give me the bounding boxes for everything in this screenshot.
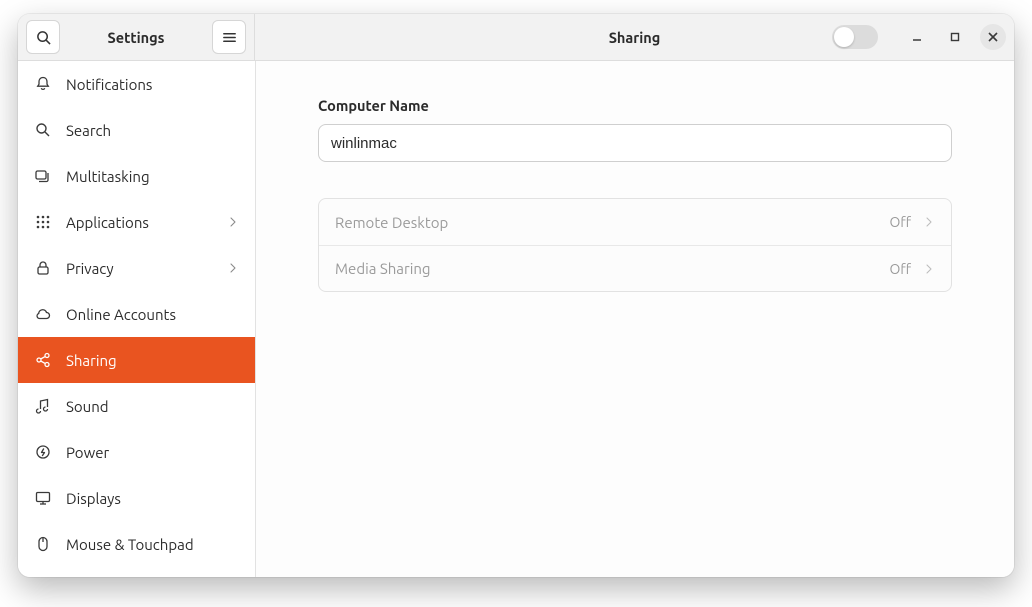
sidebar-item-online-accounts[interactable]: Online Accounts (18, 291, 255, 337)
search-icon (36, 30, 51, 45)
sidebar-item-privacy[interactable]: Privacy (18, 245, 255, 291)
sidebar-item-label: Notifications (66, 76, 239, 93)
lock-icon (34, 259, 52, 277)
display-icon (34, 489, 52, 507)
sidebar-item-label: Sharing (66, 352, 239, 369)
chevron-right-icon (227, 216, 239, 228)
music-icon (34, 397, 52, 415)
sidebar-item-search[interactable]: Search (18, 107, 255, 153)
close-button[interactable] (980, 24, 1006, 50)
chevron-right-icon (923, 263, 935, 275)
sidebar-item-label: Displays (66, 490, 239, 507)
row-label: Remote Desktop (335, 214, 877, 231)
sidebar-item-notifications[interactable]: Notifications (18, 61, 255, 107)
sidebar-item-label: Power (66, 444, 239, 461)
row-label: Media Sharing (335, 260, 877, 277)
settings-window: Settings Sharing (18, 14, 1014, 577)
maximize-icon (950, 32, 960, 42)
sidebar-item-sound[interactable]: Sound (18, 383, 255, 429)
row-status: Off (889, 261, 911, 277)
search-button[interactable] (26, 20, 60, 54)
switch-knob (834, 27, 854, 47)
sidebar-item-label: Search (66, 122, 239, 139)
menu-button[interactable] (212, 20, 246, 54)
window-body: Notifications Search Multitasking Applicati… (18, 61, 1014, 577)
chevron-right-icon (227, 262, 239, 274)
titlebar-right: Sharing (255, 14, 1014, 60)
sidebar-item-label: Applications (66, 214, 213, 231)
media-sharing-row[interactable]: Media Sharing Off (319, 245, 951, 291)
chevron-right-icon (923, 216, 935, 228)
cloud-icon (34, 305, 52, 323)
sharing-master-switch[interactable] (832, 25, 878, 49)
minimize-icon (912, 32, 922, 42)
sidebar-item-power[interactable]: Power (18, 429, 255, 475)
titlebar-left: Settings (18, 14, 255, 60)
close-icon (988, 32, 998, 42)
multitask-icon (34, 167, 52, 185)
titlebar: Settings Sharing (18, 14, 1014, 61)
sidebar-item-applications[interactable]: Applications (18, 199, 255, 245)
search-icon (34, 121, 52, 139)
computer-name-input[interactable] (318, 124, 952, 162)
grid-icon (34, 213, 52, 231)
content-pane: Computer Name Remote DesktopOffMedia Sha… (256, 61, 1014, 577)
power-icon (34, 443, 52, 461)
share-icon (34, 351, 52, 369)
maximize-button[interactable] (942, 24, 968, 50)
sidebar-item-label: Multitasking (66, 168, 239, 185)
sidebar-item-label: Online Accounts (66, 306, 239, 323)
page-title: Sharing (255, 29, 1014, 46)
sharing-options-list: Remote Desktop Off Media Sharing Off (318, 198, 952, 292)
row-status: Off (889, 214, 911, 230)
sidebar-item-sharing[interactable]: Sharing (18, 337, 255, 383)
computer-name-label: Computer Name (318, 97, 952, 114)
sidebar-item-mouse[interactable]: Mouse & Touchpad (18, 521, 255, 567)
sidebar: Notifications Search Multitasking Applicati… (18, 61, 256, 577)
sidebar-title: Settings (60, 29, 212, 46)
remote-desktop-row[interactable]: Remote Desktop Off (319, 199, 951, 245)
bell-icon (34, 75, 52, 93)
minimize-button[interactable] (904, 24, 930, 50)
hamburger-icon (222, 30, 237, 45)
sidebar-item-label: Sound (66, 398, 239, 415)
sidebar-item-displays[interactable]: Displays (18, 475, 255, 521)
mouse-icon (34, 535, 52, 553)
sidebar-item-multitasking[interactable]: Multitasking (18, 153, 255, 199)
sidebar-item-label: Mouse & Touchpad (66, 536, 239, 553)
sidebar-item-label: Privacy (66, 260, 213, 277)
